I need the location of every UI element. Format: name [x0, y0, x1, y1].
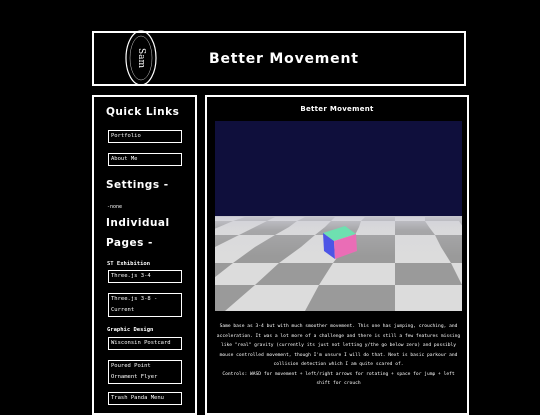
settings-heading: Settings - [106, 179, 169, 191]
individual-pages-heading-2: Pages - [106, 237, 153, 249]
nav-link-trash-panda-menu[interactable]: Trash Panda Menu [108, 392, 182, 405]
nav-link-threejs-3-4[interactable]: Three.js 3-4 [108, 270, 182, 283]
site-logo[interactable]: Sam [123, 28, 159, 88]
section-title: Better Movement [300, 105, 374, 113]
quick-links-heading: Quick Links [106, 106, 180, 118]
nav-link-poured-point-flyer[interactable]: Poured Point Ornament Flyer [108, 360, 182, 384]
description-text: Same base as 3-4 but with much smoother … [216, 324, 461, 367]
nav-link-wisconsin-postcard[interactable]: Wisconsin Postcard [108, 337, 182, 350]
description-block: Same base as 3-4 but with much smoother … [215, 322, 462, 389]
settings-value: -none [107, 204, 123, 210]
logo-text: Sam [136, 48, 146, 69]
nav-link-portfolio[interactable]: Portfolio [108, 130, 182, 143]
individual-pages-heading: Individual [106, 217, 170, 229]
logo-ring-icon: Sam [125, 30, 157, 86]
controls-text: Controls: WASD for movement + left/right… [222, 371, 455, 387]
page-title: Better Movement [209, 51, 359, 67]
scene-render [215, 121, 462, 311]
header: Sam Better Movement [92, 28, 466, 88]
st-exhibition-label: ST Exhibition [107, 261, 151, 267]
threejs-canvas[interactable] [215, 121, 462, 311]
graphic-design-label: Graphic Design [107, 327, 154, 333]
nav-link-about-me[interactable]: About Me [108, 153, 182, 166]
sidebar: Quick Links Portfolio About Me Settings … [92, 95, 197, 415]
main-content: Better Movement Same base as 3-4 but wit… [205, 95, 469, 415]
nav-link-threejs-3-8[interactable]: Three.js 3-8 - Current [108, 293, 182, 317]
